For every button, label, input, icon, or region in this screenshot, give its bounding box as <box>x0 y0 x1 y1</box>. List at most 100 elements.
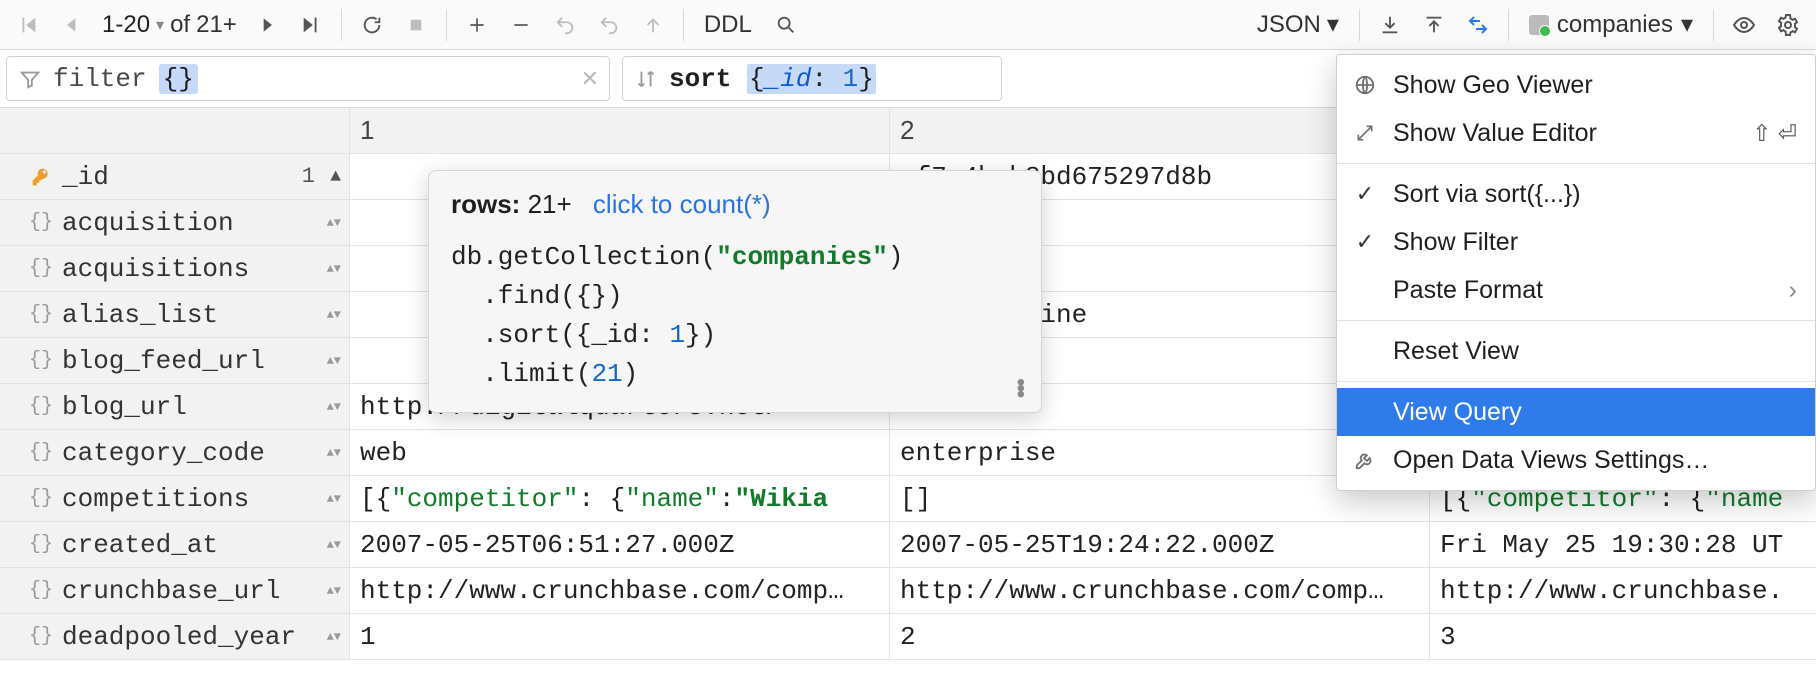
filter-icon <box>19 68 41 90</box>
reload-button[interactable] <box>352 5 392 45</box>
row-header[interactable]: {} acquisitions ▲▼ <box>20 246 350 292</box>
menu-show-value-editor[interactable]: Show Value Editor ⇧ ⏎ <box>1337 109 1815 157</box>
check-icon: ✓ <box>1351 181 1379 207</box>
data-cell[interactable]: 2007-05-25T19:24:22.000Z <box>890 522 1430 568</box>
grid-corner <box>0 108 21 154</box>
menu-show-geo-viewer[interactable]: Show Geo Viewer <box>1337 61 1815 109</box>
data-cell[interactable]: 1 <box>350 614 890 660</box>
menu-open-settings[interactable]: Open Data Views Settings… <box>1337 436 1815 484</box>
collection-selector[interactable]: companies ▾ <box>1519 10 1703 39</box>
chevron-down-icon: ▾ <box>1681 10 1693 39</box>
chevron-right-icon: › <box>1789 276 1797 305</box>
menu-show-filter[interactable]: ✓ Show Filter <box>1337 218 1815 266</box>
data-cell[interactable]: 2007-05-25T06:51:27.000Z <box>350 522 890 568</box>
row-header[interactable]: {} acquisition ▲▼ <box>20 200 350 246</box>
menu-separator <box>1337 381 1815 382</box>
row-header[interactable]: {} blog_url ▲▼ <box>20 384 350 430</box>
chevron-down-icon: ▾ <box>156 15 164 35</box>
last-page-button[interactable] <box>291 5 331 45</box>
submit-button[interactable] <box>633 5 673 45</box>
row-header[interactable]: {} created_at ▲▼ <box>20 522 350 568</box>
output-format-label: JSON <box>1257 11 1321 39</box>
count-link[interactable]: click to count(*) <box>593 189 771 219</box>
rows-label: rows: <box>451 189 520 219</box>
table-icon <box>1529 15 1549 35</box>
globe-icon <box>1351 74 1379 96</box>
export-button[interactable] <box>1370 5 1410 45</box>
row-header[interactable]: {} alias_list ▲▼ <box>20 292 350 338</box>
filter-label: filter <box>53 64 147 94</box>
row-header[interactable]: {} deadpooled_year ▲▼ <box>20 614 350 660</box>
menu-separator <box>1337 163 1815 164</box>
toolbar: 1-20 ▾ of 21+ DDL JSON ▾ <box>0 0 1816 50</box>
next-page-button[interactable] <box>247 5 287 45</box>
braces-icon: {} <box>30 442 52 464</box>
revert-button[interactable] <box>545 5 585 45</box>
rows-value: 21+ <box>528 189 572 219</box>
compare-button[interactable] <box>1458 5 1498 45</box>
row-header[interactable]: {} crunchbase_url ▲▼ <box>20 568 350 614</box>
view-options-menu: Show Geo Viewer Show Value Editor ⇧ ⏎ ✓ … <box>1336 54 1816 491</box>
row-header[interactable]: {} competitions ▲▼ <box>20 476 350 522</box>
remove-row-button[interactable] <box>501 5 541 45</box>
row-header-id[interactable]: _id 1 <box>20 154 350 200</box>
pager-of: of <box>170 11 190 39</box>
menu-paste-format[interactable]: Paste Format › <box>1337 266 1815 314</box>
sort-asc-icon <box>330 172 341 182</box>
row-header[interactable]: {} blog_feed_url ▲▼ <box>20 338 350 384</box>
clear-filter-icon[interactable]: ✕ <box>581 66 599 92</box>
data-cell[interactable]: http://www.crunchbase.com/comp… <box>350 568 890 614</box>
commit-button[interactable] <box>589 5 629 45</box>
row-header[interactable]: {} category_code ▲▼ <box>20 430 350 476</box>
braces-icon: {} <box>30 396 52 418</box>
import-button[interactable] <box>1414 5 1454 45</box>
pager-total: 21+ <box>196 11 237 39</box>
add-row-button[interactable] <box>457 5 497 45</box>
data-cell[interactable]: Fri May 25 19:30:28 UT <box>1430 522 1816 568</box>
menu-separator <box>1337 320 1815 321</box>
menu-view-query[interactable]: View Query <box>1337 388 1815 436</box>
pager[interactable]: 1-20 ▾ of 21+ <box>96 11 243 39</box>
sort-icon <box>635 68 657 90</box>
braces-icon: {} <box>30 304 52 326</box>
pager-range: 1-20 <box>102 11 150 39</box>
menu-reset-view[interactable]: Reset View <box>1337 327 1815 375</box>
chevron-down-icon: ▾ <box>1327 10 1339 39</box>
braces-icon: {} <box>30 350 52 372</box>
collection-name: companies <box>1557 11 1673 39</box>
query-text: db.getCollection("companies") .find({}) … <box>451 238 1019 394</box>
ddl-label[interactable]: DDL <box>694 11 762 39</box>
braces-icon: {} <box>30 212 52 234</box>
wrench-icon <box>1351 449 1379 471</box>
data-cell[interactable]: http://www.crunchbase.com/comp… <box>890 568 1430 614</box>
data-cell[interactable]: 2 <box>890 614 1430 660</box>
prev-page-button[interactable] <box>52 5 92 45</box>
grid-corner <box>20 108 350 154</box>
menu-sort-via-sort[interactable]: ✓ Sort via sort({...}) <box>1337 170 1815 218</box>
eye-button[interactable] <box>1724 5 1764 45</box>
first-page-button[interactable] <box>8 5 48 45</box>
sort-box[interactable]: sort {_id: 1} <box>622 56 1002 101</box>
query-popover: rows: 21+ click to count(*) db.getCollec… <box>428 170 1042 413</box>
search-button[interactable] <box>766 5 806 45</box>
stop-button[interactable] <box>396 5 436 45</box>
sort-expression: sort {_id: 1} <box>669 64 876 94</box>
braces-icon: {} <box>30 580 52 602</box>
data-cell[interactable]: 3 <box>1430 614 1816 660</box>
filter-box[interactable]: filter {} ✕ <box>6 56 610 101</box>
data-cell[interactable]: http://www.crunchbase. <box>1430 568 1816 614</box>
kebab-icon[interactable]: ••• <box>1017 380 1025 398</box>
check-icon: ✓ <box>1351 229 1379 255</box>
data-cell[interactable]: [{"competitor": {"name": "Wikia <box>350 476 890 522</box>
data-cell[interactable]: web <box>350 430 890 476</box>
shortcut: ⇧ ⏎ <box>1752 120 1797 147</box>
braces-icon: {} <box>30 534 52 556</box>
braces-icon: {} <box>30 626 52 648</box>
filter-value: {} <box>159 64 198 94</box>
settings-button[interactable] <box>1768 5 1808 45</box>
output-format-select[interactable]: JSON ▾ <box>1247 10 1349 39</box>
column-header[interactable]: 1 <box>350 108 890 154</box>
key-icon <box>30 166 52 188</box>
expand-icon <box>1351 123 1379 143</box>
braces-icon: {} <box>30 258 52 280</box>
